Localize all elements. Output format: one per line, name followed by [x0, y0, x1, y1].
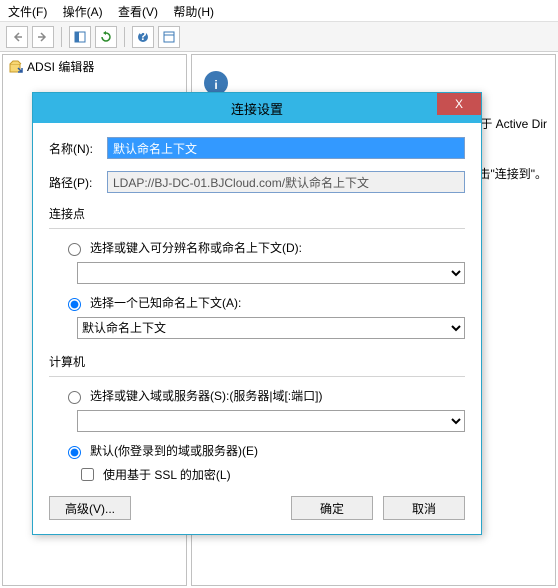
dialog-title: 连接设置 — [231, 99, 283, 118]
radio-default-row[interactable]: 默认(你登录到的域或服务器)(E) — [63, 442, 465, 459]
menu-bar: 文件(F) 操作(A) 查看(V) 帮助(H) — [0, 0, 558, 22]
radio-default[interactable] — [68, 446, 81, 459]
cancel-button[interactable]: 取消 — [383, 496, 465, 520]
ssl-checkbox-row[interactable]: 使用基于 SSL 的加密(L) — [77, 465, 465, 484]
sidebar-root-item[interactable]: ADSI 编辑器 — [3, 55, 186, 78]
close-icon: X — [455, 97, 463, 111]
radio-dn[interactable] — [68, 243, 81, 256]
menu-help[interactable]: 帮助(H) — [173, 5, 214, 19]
menu-view[interactable]: 查看(V) — [118, 5, 158, 19]
toolbar-separator — [61, 27, 62, 47]
dialog-body: 名称(N): 路径(P): 连接点 选择或键入可分辨名称或命名上下文(D): 选… — [33, 123, 481, 534]
ssl-checkbox[interactable] — [81, 468, 94, 481]
ok-button[interactable]: 确定 — [291, 496, 373, 520]
refresh-button[interactable] — [95, 26, 117, 48]
toolbar: ? — [0, 22, 558, 52]
radio-known-row[interactable]: 选择一个已知命名上下文(A): — [63, 294, 465, 311]
radio-server-label: 选择或键入域或服务器(S):(服务器|域[:端口]) — [90, 387, 322, 404]
radio-dn-label: 选择或键入可分辨名称或命名上下文(D): — [90, 239, 302, 256]
svg-text:i: i — [214, 78, 217, 92]
name-input[interactable] — [107, 137, 465, 159]
connection-settings-dialog: 连接设置 X 名称(N): 路径(P): 连接点 选择或键入可分辨名称或命名上下… — [32, 92, 482, 535]
menu-action[interactable]: 操作(A) — [63, 5, 103, 19]
dialog-footer: 高级(V)... 确定 取消 — [49, 484, 465, 522]
properties-button[interactable] — [158, 26, 180, 48]
radio-server-row[interactable]: 选择或键入域或服务器(S):(服务器|域[:端口]) — [63, 387, 465, 404]
menu-file[interactable]: 文件(F) — [8, 5, 47, 19]
divider — [49, 376, 465, 377]
server-combobox[interactable] — [77, 410, 465, 432]
radio-known-label: 选择一个已知命名上下文(A): — [90, 294, 241, 311]
radio-server[interactable] — [68, 391, 81, 404]
close-button[interactable]: X — [437, 93, 481, 115]
ssl-checkbox-label: 使用基于 SSL 的加密(L) — [103, 466, 231, 483]
nav-back-button[interactable] — [6, 26, 28, 48]
advanced-button[interactable]: 高级(V)... — [49, 496, 131, 520]
adsi-editor-icon — [9, 60, 23, 74]
toolbar-separator — [124, 27, 125, 47]
computer-group: 计算机 — [49, 353, 465, 370]
divider — [49, 228, 465, 229]
radio-known[interactable] — [68, 298, 81, 311]
nav-forward-button[interactable] — [32, 26, 54, 48]
radio-dn-row[interactable]: 选择或键入可分辨名称或命名上下文(D): — [63, 239, 465, 256]
name-label: 名称(N): — [49, 140, 107, 157]
help-button[interactable]: ? — [132, 26, 154, 48]
show-pane-button[interactable] — [69, 26, 91, 48]
sidebar-root-label: ADSI 编辑器 — [27, 58, 94, 75]
svg-text:?: ? — [139, 31, 146, 43]
dialog-titlebar[interactable]: 连接设置 X — [33, 93, 481, 123]
dn-combobox[interactable] — [77, 262, 465, 284]
connection-point-group: 连接点 — [49, 205, 465, 222]
radio-default-label: 默认(你登录到的域或服务器)(E) — [90, 442, 258, 459]
path-input — [107, 171, 465, 193]
known-context-combobox[interactable]: 默认命名上下文 — [77, 317, 465, 339]
path-label: 路径(P): — [49, 174, 107, 191]
